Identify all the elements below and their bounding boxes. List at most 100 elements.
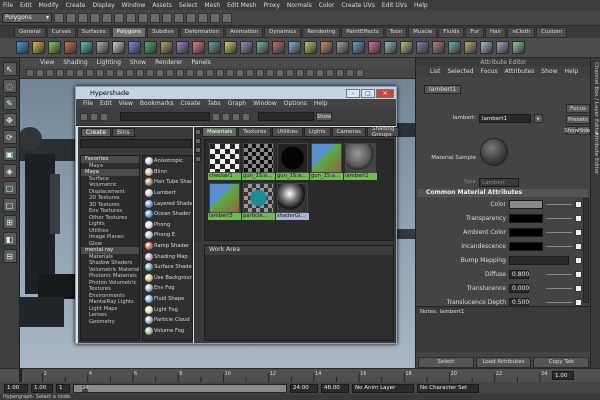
attr-menu-help[interactable]: Help bbox=[564, 68, 578, 75]
tab-textures[interactable]: Textures bbox=[238, 127, 272, 137]
menu-window[interactable]: Window bbox=[122, 2, 146, 9]
anim-layer-dropdown[interactable]: No Anim Layer bbox=[352, 383, 414, 393]
hypershade-menu-create[interactable]: Create bbox=[180, 100, 200, 107]
material-swatch[interactable]: particle... bbox=[242, 183, 275, 221]
time-slider[interactable]: 2 4 6 8 10 12 14 16 18 20 22 24 1.00 bbox=[0, 368, 600, 383]
menu-help[interactable]: Help bbox=[414, 2, 428, 9]
attr-field[interactable] bbox=[509, 256, 569, 265]
tree-item[interactable]: MentalRay Lights bbox=[81, 299, 139, 306]
viewport-tool-1-icon[interactable] bbox=[26, 68, 34, 77]
shelf-tool-19-icon[interactable] bbox=[304, 41, 317, 54]
shelf-tool-22-icon[interactable] bbox=[352, 41, 365, 54]
viewport-tool-21-icon[interactable] bbox=[226, 68, 234, 77]
go-to-input-icon[interactable]: ▸ bbox=[534, 114, 543, 123]
menu-mesh[interactable]: Mesh bbox=[204, 2, 220, 9]
attr-menu-selected[interactable]: Selected bbox=[448, 68, 474, 75]
material-swatch[interactable]: shaderGl... bbox=[276, 183, 309, 221]
shelf-tab-curves[interactable]: Curves bbox=[46, 26, 76, 38]
common-material-attributes-header[interactable]: Common Material Attributes bbox=[418, 189, 588, 197]
presets-button[interactable]: Presets bbox=[566, 115, 590, 124]
map-button-icon[interactable] bbox=[575, 271, 582, 278]
shelf-tool-18-icon[interactable] bbox=[288, 41, 301, 54]
shelf-tab-polygons[interactable]: Polygons bbox=[111, 26, 147, 38]
open-scene-icon[interactable] bbox=[66, 12, 76, 23]
node-item[interactable]: Anisotropic bbox=[143, 156, 192, 167]
node-item[interactable]: Phong E bbox=[143, 230, 192, 241]
sort-type-icon[interactable] bbox=[195, 156, 201, 162]
viewport-tool-20-icon[interactable] bbox=[216, 68, 224, 77]
channel-box-tab[interactable]: Channel Box / Layer Editor bbox=[593, 62, 599, 135]
shelf-tab-custom[interactable]: Custom bbox=[536, 26, 568, 38]
material-swatch[interactable]: lambert1 bbox=[344, 143, 377, 181]
end-time-field[interactable]: 48.00 bbox=[321, 383, 349, 393]
shelf-tab-muscle[interactable]: Muscle bbox=[408, 26, 438, 38]
viewport-tool-6-icon[interactable] bbox=[76, 68, 84, 77]
viewport-tool-18-icon[interactable] bbox=[196, 68, 204, 77]
color-swatch[interactable] bbox=[509, 214, 543, 223]
sort-icon[interactable] bbox=[195, 147, 201, 153]
playback-end-field[interactable]: 24.00 bbox=[290, 383, 318, 393]
node-item[interactable]: Use Background bbox=[143, 273, 192, 284]
node-item[interactable]: Ramp Shader bbox=[143, 241, 192, 252]
attr-value-field[interactable]: 0.000 bbox=[509, 284, 529, 293]
menu-edit[interactable]: Edit bbox=[20, 2, 32, 9]
start-time-field[interactable]: 1.00 bbox=[4, 383, 28, 393]
hypershade-menu-window[interactable]: Window bbox=[253, 100, 277, 107]
viewport-tool-32-icon[interactable] bbox=[336, 68, 344, 77]
shelf-tool-13-icon[interactable] bbox=[208, 41, 221, 54]
shelf-tool-31-icon[interactable] bbox=[496, 41, 509, 54]
hypershade-menu-tabs[interactable]: Tabs bbox=[207, 100, 220, 107]
shelf-tool-7-icon[interactable] bbox=[112, 41, 125, 54]
node-item[interactable]: Fluid Shape bbox=[143, 294, 192, 305]
hypershade-menu-graph[interactable]: Graph bbox=[228, 100, 246, 107]
current-frame-marker[interactable] bbox=[19, 369, 22, 383]
tab-cameras[interactable]: Cameras bbox=[331, 127, 366, 137]
range-start-field[interactable]: 1 bbox=[56, 383, 70, 393]
viewport-tool-11-icon[interactable] bbox=[126, 68, 134, 77]
rearrange-icon[interactable] bbox=[242, 112, 250, 121]
shelf-tab-deformation[interactable]: Deformation bbox=[179, 26, 225, 38]
shelf-tool-24-icon[interactable] bbox=[384, 41, 397, 54]
layout-icon[interactable] bbox=[90, 112, 98, 121]
shelf-tool-4-icon[interactable] bbox=[64, 41, 77, 54]
snap-curve-icon[interactable] bbox=[138, 12, 148, 23]
viewport-tool-9-icon[interactable] bbox=[106, 68, 114, 77]
viewport-tool-13-icon[interactable] bbox=[146, 68, 154, 77]
viewport-tool-28-icon[interactable] bbox=[296, 68, 304, 77]
shelf-tab-fluids[interactable]: Fluids bbox=[438, 26, 465, 38]
menu-assets[interactable]: Assets bbox=[152, 2, 172, 9]
hypershade-titlebar[interactable]: Hypershade – □ ✕ bbox=[76, 87, 396, 99]
viewport-tool-26-icon[interactable] bbox=[276, 68, 284, 77]
work-area-tab[interactable]: Work Area bbox=[205, 246, 393, 255]
node-item[interactable]: Ocean Shader bbox=[143, 209, 192, 220]
ipr-render-icon[interactable] bbox=[198, 12, 208, 23]
rotate-tool-icon[interactable]: ⟳ bbox=[2, 130, 17, 144]
shelf-tab-painteffects[interactable]: PaintEffects bbox=[341, 26, 384, 38]
focus-button[interactable]: Focus bbox=[566, 104, 590, 113]
node-item[interactable]: Hair Tube Shader bbox=[143, 177, 192, 188]
hypershade-menu-bookmarks[interactable]: Bookmarks bbox=[140, 100, 174, 107]
shelf-tool-1-icon[interactable] bbox=[16, 41, 29, 54]
shelf-tool-9-icon[interactable] bbox=[144, 41, 157, 54]
shelf-tab-hair[interactable]: Hair bbox=[485, 26, 507, 38]
viewport-tool-33-icon[interactable] bbox=[346, 68, 354, 77]
paint-select-icon[interactable]: ✎ bbox=[2, 96, 17, 110]
material-swatch[interactable]: lambert3 bbox=[208, 183, 241, 221]
viewport-tool-19-icon[interactable] bbox=[206, 68, 214, 77]
attr-slider[interactable] bbox=[546, 302, 572, 303]
tab-materials[interactable]: Materials bbox=[202, 127, 238, 137]
layout-four-icon[interactable]: ⊞ bbox=[2, 215, 17, 229]
input-output-icon[interactable] bbox=[212, 112, 220, 121]
shelf-tab-rendering[interactable]: Rendering bbox=[302, 26, 341, 38]
layout-single-icon[interactable]: □ bbox=[2, 198, 17, 212]
shelf-tool-2-icon[interactable] bbox=[32, 41, 45, 54]
tree-item[interactable]: Geometry bbox=[81, 319, 139, 326]
viewport-tool-17-icon[interactable] bbox=[186, 68, 194, 77]
viewport-menu-view[interactable]: View bbox=[40, 59, 54, 66]
attr-menu-list[interactable]: List bbox=[430, 68, 441, 75]
shelf-tool-20-icon[interactable] bbox=[320, 41, 333, 54]
viewport-menu-show[interactable]: Show bbox=[130, 59, 146, 66]
tree-item[interactable]: Photonic Materials bbox=[81, 273, 139, 280]
node-item[interactable]: Lambert bbox=[143, 188, 192, 199]
menu-edit-uvs[interactable]: Edit UVs bbox=[382, 2, 407, 9]
